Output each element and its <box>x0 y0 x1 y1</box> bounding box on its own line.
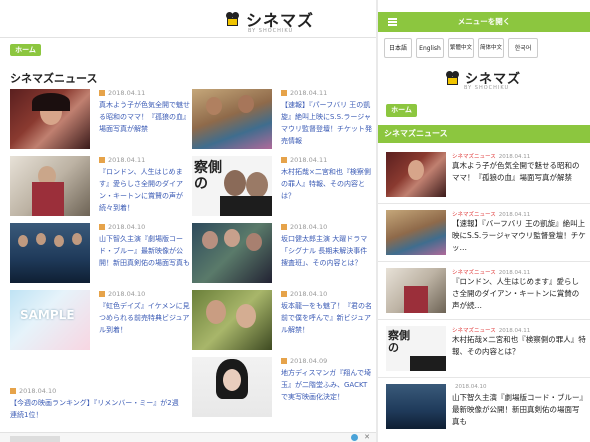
article-list-item[interactable]: シネマズニュース 2018.04.11 【速報】『バーフバリ 王の凱旋』絶叫上映に… <box>378 204 590 262</box>
ad-info-icon[interactable] <box>351 434 358 441</box>
article-thumbnail[interactable] <box>192 290 272 350</box>
language-english[interactable]: English <box>416 38 444 58</box>
article-thumbnail[interactable] <box>386 152 446 197</box>
article-list-item[interactable]: シネマズニュース 2018.04.11 真木よう子が色気全開で魅せる昭和のママ！『… <box>378 146 590 204</box>
article-date: 2018.04.11 <box>290 156 328 164</box>
ad-image[interactable] <box>10 436 60 442</box>
article-thumbnail[interactable]: 察側の <box>192 156 272 216</box>
article-title[interactable]: 木村拓哉×二宮和也『検察側の罪人』特報、その内容とは？ <box>452 334 586 358</box>
article-title[interactable]: 真木よう子が色気全開で魅せる昭和のママ！『孤狼の血』場面写真が解禁 <box>452 160 586 184</box>
article-card[interactable]: 2018.04.11 真木よう子が色気全開で魅せる昭和のママ！『孤狼の血』場面写… <box>10 89 193 153</box>
article-thumbnail[interactable]: 察側の <box>386 326 446 371</box>
article-list-item[interactable]: 2018.04.10 山下智久主演『劇場版コード・ブルー』最新映像が公開！新田真… <box>378 378 590 442</box>
article-date: 2018.04.11 <box>108 89 146 97</box>
article-title[interactable]: 地方ディスマンガ『翔んで埼玉』が二階堂ふみ、GACKTで実写映画化決定！ <box>281 367 373 403</box>
article-date: 2018.04.10 <box>19 387 57 395</box>
article-title[interactable]: 坂口健太郎主演 大躍ドラマ「シグナル 長期未解決事件捜査班」、その内容とは？ <box>281 233 373 269</box>
article-title[interactable]: 真木よう子が色気全開で魅せる昭和のママ！『孤狼の血』場面写真が解禁 <box>99 99 191 135</box>
article-title[interactable]: 『ロンドン、人生はじめます』愛らしさ全開のダイアン・キートンに賞賛の声が続々到着… <box>99 166 191 214</box>
article-title[interactable]: 木村拓哉×二宮和也『検察側の罪人』特報、その内容とは？ <box>281 166 373 202</box>
article-title[interactable]: 『虹色デイズ』イケメンに見つめられる前売特典ビジュアル到着！ <box>99 300 191 336</box>
article-date: 2018.04.09 <box>290 357 328 365</box>
article-thumbnail[interactable] <box>192 223 272 283</box>
home-breadcrumb-button[interactable]: ホーム <box>386 104 417 117</box>
article-title[interactable]: 『ロンドン、人生はじめます』愛らしさ全開のダイアン・キートンに賞賛の声が続… <box>452 276 586 312</box>
article-thumbnail[interactable] <box>386 268 446 313</box>
article-date: 2018.04.10 <box>290 223 328 231</box>
language-japanese[interactable]: 日本語 <box>384 38 412 58</box>
ad-close-icon[interactable]: ✕ <box>364 433 370 441</box>
article-thumbnail[interactable] <box>192 89 272 149</box>
calendar-icon <box>99 291 105 297</box>
language-traditional-chinese[interactable]: 繁體中文 <box>448 38 474 58</box>
calendar-icon <box>281 157 287 163</box>
article-title[interactable]: 山下智久主演『劇場版コード・ブルー』最新映像が公開！新田真剣佑の場面写真も <box>99 233 191 269</box>
article-date: 2018.04.11 <box>108 156 146 164</box>
article-title[interactable]: 【速報】『パーフバリ 王の凱旋』絶叫上映にS.S.ラージャマウリ監督登壇！チケッ… <box>281 99 373 147</box>
article-date: 2018.04.10 <box>108 223 146 231</box>
section-title: シネマズニュース <box>378 125 590 143</box>
article-thumbnail[interactable] <box>192 357 272 417</box>
article-card[interactable]: 2018.04.10 【今週の映画ランキング】『リメンバー・ミー』が2週連続1位… <box>10 387 180 421</box>
language-korean[interactable]: 한국어 <box>508 38 538 58</box>
menu-open-label[interactable]: メニューを開く <box>378 16 590 27</box>
article-thumbnail[interactable] <box>10 156 90 216</box>
article-date: 2018.04.10 <box>108 290 146 298</box>
article-card[interactable]: 2018.04.10 山下智久主演『劇場版コード・ブルー』最新映像が公開！新田真… <box>10 223 193 287</box>
article-card[interactable]: 察側の 2018.04.11 木村拓哉×二宮和也『検察側の罪人』特報、その内容と… <box>192 156 375 220</box>
menu-bar[interactable]: メニューを開く <box>378 12 590 32</box>
article-date: 2018.04.11 <box>290 89 328 97</box>
article-date: 2018.04.10 <box>290 290 328 298</box>
logo-subtext: BY SHOCHIKU <box>248 28 294 34</box>
film-camera-icon <box>226 12 242 26</box>
calendar-icon <box>99 90 105 96</box>
article-thumbnail[interactable] <box>386 210 446 255</box>
calendar-icon <box>10 388 16 394</box>
article-list-item[interactable]: 察側の シネマズニュース 2018.04.11 木村拓哉×二宮和也『検察側の罪人』… <box>378 320 590 378</box>
article-title[interactable]: 坂本龍一をも魅了！『君の名前で僕を呼んで』新ビジュアル解禁！ <box>281 300 373 336</box>
article-thumbnail[interactable]: SAMPLE <box>10 290 90 350</box>
article-card[interactable]: 2018.04.11 【速報】『パーフバリ 王の凱旋』絶叫上映にS.S.ラージャ… <box>192 89 375 153</box>
article-card[interactable]: 2018.04.09 地方ディスマンガ『翔んで埼玉』が二階堂ふみ、GACKTで実… <box>192 357 375 421</box>
article-thumbnail[interactable] <box>386 384 446 429</box>
article-card[interactable]: 2018.04.11 『ロンドン、人生はじめます』愛らしさ全開のダイアン・キート… <box>10 156 193 220</box>
calendar-icon <box>281 358 287 364</box>
section-title: シネマズニュース <box>10 72 98 85</box>
article-card[interactable]: SAMPLE 2018.04.10 『虹色デイズ』イケメンに見つめられる前売特典… <box>10 290 193 354</box>
calendar-icon <box>99 224 105 230</box>
ad-banner[interactable]: ✕ <box>0 432 376 442</box>
article-title[interactable]: 【速報】『バーフバリ 王の凱旋』絶叫上映にS.S.ラージャマウリ監督登壇！チケッ… <box>452 218 586 254</box>
article-thumbnail[interactable] <box>10 89 90 149</box>
article-card[interactable]: 2018.04.10 坂口健太郎主演 大躍ドラマ「シグナル 長期未解決事件捜査班… <box>192 223 375 287</box>
calendar-icon <box>281 291 287 297</box>
article-title[interactable]: 【今週の映画ランキング】『リメンバー・ミー』が2週連続1位！ <box>10 397 180 421</box>
article-card[interactable]: 2018.04.10 坂本龍一をも魅了！『君の名前で僕を呼んで』新ビジュアル解禁… <box>192 290 375 354</box>
desktop-view: シネマズ BY SHOCHIKU ホーム シネマズニュース 2018.04.11… <box>0 0 376 442</box>
article-date: 2018.04.10 <box>455 384 487 390</box>
calendar-icon <box>281 90 287 96</box>
logo-subtext: BY SHOCHIKU <box>464 85 510 91</box>
site-header: シネマズ BY SHOCHIKU <box>0 0 376 38</box>
calendar-icon <box>99 157 105 163</box>
article-list-item[interactable]: シネマズニュース 2018.04.11 『ロンドン、人生はじめます』愛らしさ全開の… <box>378 262 590 320</box>
article-title[interactable]: 山下智久主演『劇場版コード・ブルー』最新映像が公開！新田真剣佑の場面写真も <box>452 392 586 428</box>
language-simplified-chinese[interactable]: 简体中文 <box>478 38 504 58</box>
home-breadcrumb-button[interactable]: ホーム <box>10 44 41 56</box>
calendar-icon <box>281 224 287 230</box>
film-camera-icon <box>446 70 462 85</box>
article-thumbnail[interactable] <box>10 223 90 283</box>
mobile-view: メニューを開く 日本語 English 繁體中文 简体中文 한국어 シネマズ B… <box>378 0 590 442</box>
